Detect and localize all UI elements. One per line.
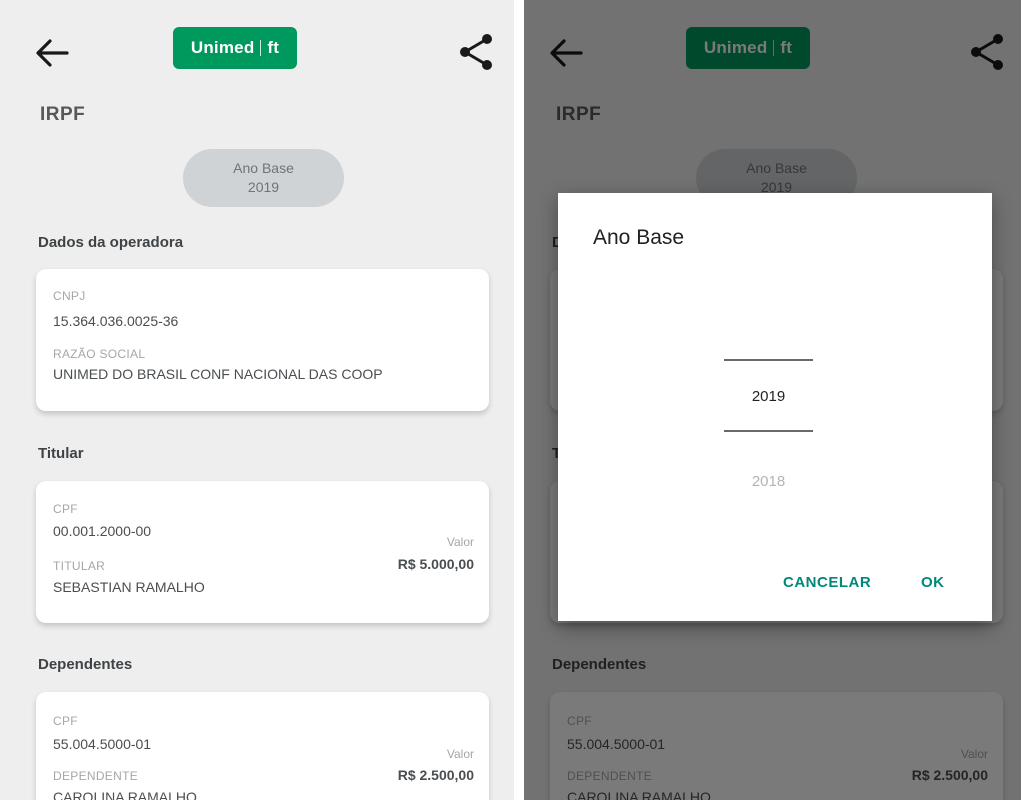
operadora-card: CNPJ 15.364.036.0025-36 RAZÃO SOCIAL UNI… [36, 269, 489, 411]
dependente-role-label: DEPENDENTE [53, 769, 139, 783]
page-title: IRPF [40, 104, 86, 125]
ok-button[interactable]: OK [921, 574, 945, 591]
picker-divider-bottom [724, 430, 813, 432]
top-bar: Unimedft [0, 0, 514, 100]
titular-card: CPF 00.001.2000-00 Valor TITULAR R$ 5.00… [36, 481, 489, 623]
section-title-operadora: Dados da operadora [38, 234, 184, 251]
section-title-dependentes: Dependentes [38, 656, 133, 673]
dialog-title: Ano Base [593, 226, 685, 249]
year-selector-value: 2019 [247, 179, 280, 195]
cancel-button[interactable]: CANCELAR [783, 574, 871, 591]
titular-name: SEBASTIAN RAMALHO [53, 579, 205, 595]
share-icon[interactable] [458, 32, 494, 72]
picker-selected-year[interactable]: 2019 [724, 388, 813, 405]
dependente-cpf-label: CPF [53, 714, 78, 728]
picker-divider-top [724, 359, 813, 361]
titular-role-label: TITULAR [53, 559, 106, 573]
razao-social-label: RAZÃO SOCIAL [53, 347, 146, 361]
dependente-card: CPF 55.004.5000-01 Valor DEPENDENTE R$ 2… [36, 692, 489, 800]
titular-valor-amount: R$ 5.000,00 [397, 556, 474, 572]
dependente-cpf-value: 55.004.5000-01 [53, 736, 152, 752]
cnpj-value: 15.364.036.0025-36 [53, 313, 179, 329]
irpf-screen-with-dialog: Unimedft IRPF Ano Base 2019 Dados da ope… [524, 0, 1021, 800]
dependente-valor-amount: R$ 2.500,00 [397, 767, 474, 783]
year-selector-label: Ano Base [233, 160, 294, 176]
section-title-titular: Titular [38, 445, 84, 462]
year-selector-button[interactable]: Ano Base 2019 [183, 149, 344, 207]
picker-option-year[interactable]: 2018 [724, 473, 813, 490]
irpf-screen: Unimed ft IRPF Ano Base 2019 Dados da ope… [0, 0, 514, 800]
titular-cpf-value: 00.001.2000-00 [53, 523, 152, 539]
year-picker-dialog: Ano Base 2019 2018 CANCELAR OK [558, 193, 992, 621]
unimed-logo: Unimedft [173, 27, 297, 69]
titular-cpf-label: CPF [53, 502, 78, 516]
cnpj-label: CNPJ [53, 289, 86, 303]
dependente-name: CAROLINA RAMALHO [53, 789, 197, 800]
titular-valor-label: Valor [446, 535, 474, 549]
back-arrow-icon[interactable] [34, 38, 70, 68]
razao-social-value: UNIMED DO BRASIL CONF NACIONAL DAS COOP [53, 366, 383, 382]
dependente-valor-label: Valor [446, 747, 474, 761]
